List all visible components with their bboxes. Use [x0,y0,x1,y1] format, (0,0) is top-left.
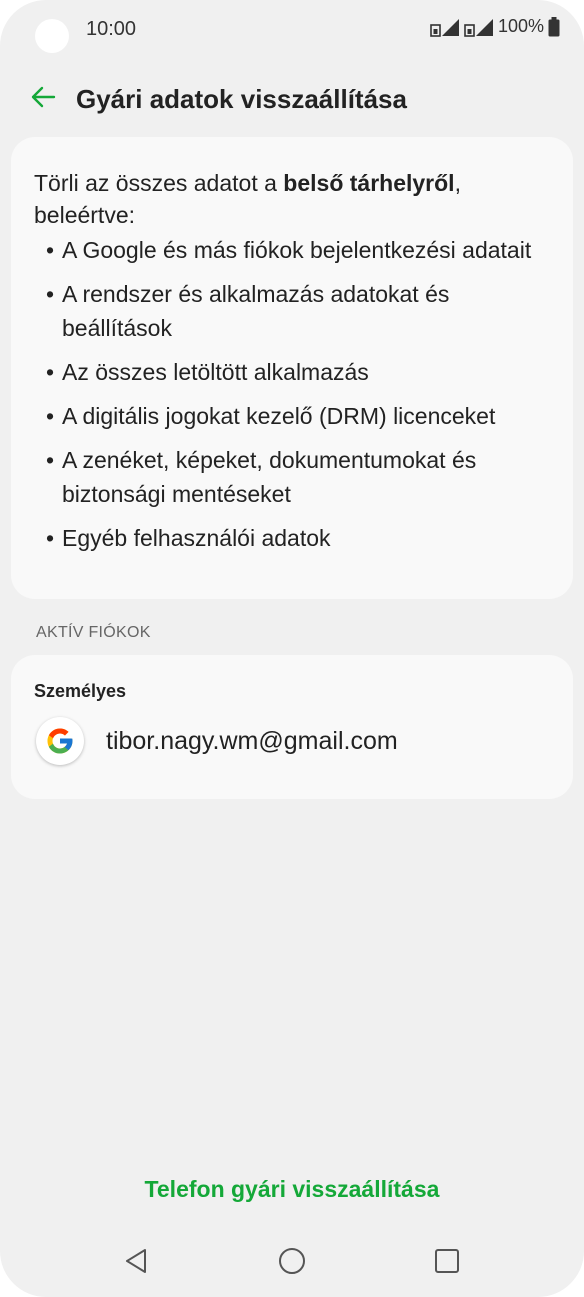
intro-prefix: Törli az összes adatot a [34,170,284,196]
list-item: A digitális jogokat kezelő (DRM) licence… [46,399,546,433]
nav-back-button[interactable] [122,1248,152,1278]
list-item: Egyéb felhasználói adatok [46,521,546,555]
nav-recents-icon [433,1247,461,1280]
phone-screen: 10:00 100% Gyári adatok visszaállítása T… [0,0,584,1297]
account-email: tibor.nagy.wm@gmail.com [106,726,398,755]
google-logo-icon [36,717,84,765]
navigation-bar [0,1236,584,1288]
factory-reset-button[interactable]: Telefon gyári visszaállítása [0,1176,584,1203]
list-item: A zenéket, képeket, dokumentumokat és bi… [46,443,546,511]
battery-icon [548,16,560,37]
active-accounts-label: AKTÍV FIÓKOK [36,624,151,641]
app-header: Gyári adatok visszaállítása [0,72,584,126]
status-bar: 10:00 100% [0,0,584,60]
list-item: A Google és más fiókok bejelentkezési ad… [46,233,546,267]
list-item: Az összes letöltött alkalmazás [46,355,546,389]
arrow-left-icon [29,83,57,116]
account-group-label: Személyes [34,681,127,701]
battery-percent: 100% [497,16,544,36]
data-list: A Google és más fiókok bejelentkezési ad… [46,233,546,565]
accounts-card: Személyes tibor.nagy.wm@gmail.com [11,655,573,799]
intro-bold: belső tárhelyről [283,170,455,196]
back-button[interactable] [26,82,60,116]
nav-back-icon [123,1247,151,1280]
nav-home-icon [277,1246,307,1281]
status-icons: 100% [430,16,560,37]
list-item: A rendszer és alkalmazás adatokat és beá… [46,277,546,345]
nav-recents-button[interactable] [432,1248,462,1278]
info-card: Törli az összes adatot a belső tárhelyrő… [11,137,573,599]
intro-text: Törli az összes adatot a belső tárhelyrő… [34,167,554,231]
account-item[interactable]: tibor.nagy.wm@gmail.com [36,717,398,765]
page-title: Gyári adatok visszaállítása [76,83,407,114]
sim-signal-icon [430,17,460,37]
sim-signal-icon [464,17,494,37]
status-time: 10:00 [86,18,137,40]
front-camera-cutout [35,19,69,53]
nav-home-button[interactable] [277,1246,307,1281]
